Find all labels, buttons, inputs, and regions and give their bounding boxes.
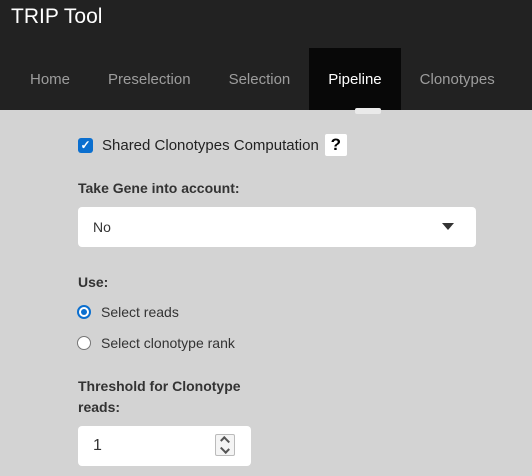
- tab-selection[interactable]: Selection: [210, 48, 310, 110]
- threshold-input[interactable]: 1: [78, 426, 251, 466]
- radio-label-select-reads: Select reads: [101, 304, 179, 320]
- tab-preselection[interactable]: Preselection: [89, 48, 210, 110]
- use-label: Use:: [78, 274, 109, 290]
- threshold-value: 1: [93, 437, 102, 454]
- help-icon: ?: [330, 135, 341, 154]
- app-title: TRIP Tool: [11, 5, 103, 28]
- shared-clonotypes-checkbox[interactable]: ✓: [78, 137, 93, 153]
- check-icon: ✓: [80, 137, 91, 152]
- tab-clonotypes[interactable]: Clonotypes: [401, 48, 514, 110]
- radio-label-clonotype-rank: Select clonotype rank: [101, 335, 235, 351]
- tab-next-partial[interactable]: H: [514, 48, 532, 110]
- gene-select-value: No: [93, 219, 111, 235]
- shared-clonotypes-label: Shared Clonotypes Computation: [102, 136, 319, 154]
- tab-home[interactable]: Home: [0, 48, 89, 110]
- threshold-label-line1: Threshold for Clonotype: [78, 378, 241, 394]
- help-button[interactable]: ?: [324, 134, 347, 156]
- chevron-down-icon[interactable]: [220, 444, 230, 454]
- gene-label: Take Gene into account:: [78, 180, 240, 196]
- nav-tabs: Home Preselection Selection Pipeline Clo…: [0, 48, 532, 110]
- caret-down-icon: [442, 223, 454, 230]
- radio-select-reads[interactable]: Select reads: [77, 301, 179, 323]
- threshold-label-line2: reads:: [78, 399, 121, 415]
- tab-pipeline[interactable]: Pipeline: [309, 48, 401, 110]
- radio-button-unselected[interactable]: [77, 336, 91, 350]
- spinner-icon[interactable]: [215, 434, 235, 456]
- radio-button-selected[interactable]: [77, 305, 91, 319]
- navbar: TRIP Tool Home Preselection Selection Pi…: [0, 0, 532, 110]
- gene-select[interactable]: No: [78, 207, 476, 247]
- active-tab-indicator: [355, 108, 381, 114]
- shared-clonotypes-row: ✓ Shared Clonotypes Computation ?: [78, 131, 347, 159]
- radio-select-clonotype-rank[interactable]: Select clonotype rank: [77, 332, 235, 354]
